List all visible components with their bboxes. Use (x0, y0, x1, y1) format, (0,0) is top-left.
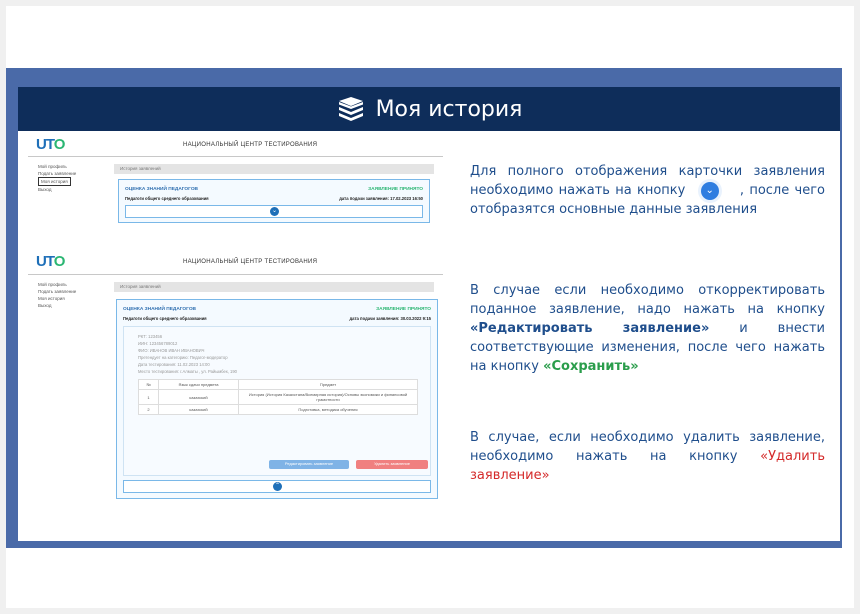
screenshot-collapsed-card: UTO НАЦИОНАЛЬНЫЙ ЦЕНТР ТЕСТИРОВАНИЯ Мой … (28, 133, 443, 238)
table-row: 2 казахский Подготовка, методика обучени… (138, 404, 418, 415)
application-details: РКТ: 123456 ИИН: 123456789012 ФИО: ИВАНО… (123, 326, 431, 476)
screenshot-expanded-card: UTO НАЦИОНАЛЬНЫЙ ЦЕНТР ТЕСТИРОВАНИЯ Мой … (28, 249, 443, 511)
info-location: Место тестирования: г.Алматы , ул. Райым… (138, 369, 237, 374)
chevron-up-icon: ⌃ (273, 482, 282, 491)
sidebar-menu: Мой профиль Подать заявление Моя история… (38, 163, 93, 193)
collapse-button[interactable]: ⌃ (123, 480, 431, 493)
col-subject: Предмет (238, 379, 418, 390)
cell-number: 1 (138, 389, 159, 405)
instruction-delete: В случае, если необходимо удалить заявле… (470, 428, 825, 485)
chevron-down-icon: ⌄ (700, 181, 719, 200)
instruction-edit-text-a: В случае если необходимо откорректироват… (470, 283, 825, 317)
status-badge: ЗАЯВЛЕНИЕ ПРИНЯТО (368, 187, 423, 192)
card-subtitle: Педагоги общего среднего образования (123, 316, 207, 321)
save-keyword: «Сохранить» (543, 359, 639, 374)
card-title: ОЦЕНКА ЗНАНИЙ ПЕДАГОГОВ (125, 187, 199, 192)
instruction-edit: В случае если необходимо откорректироват… (470, 281, 825, 376)
history-header: История заявлений (114, 282, 434, 292)
delete-application-button[interactable]: Удалить заявление (356, 460, 428, 469)
info-test-date: Дата тестирования: 11.02.2023 14:00 (138, 362, 210, 367)
cell-number: 2 (138, 404, 159, 415)
history-header: История заявлений (114, 164, 434, 174)
status-badge: ЗАЯВЛЕНИЕ ПРИНЯТО (376, 307, 431, 312)
card-subtitle: Педагоги общего среднего образования (125, 196, 209, 201)
info-rkt: РКТ: 123456 (138, 334, 163, 339)
sidebar-item-logout[interactable]: Выход (38, 186, 93, 193)
card-title: ОЦЕНКА ЗНАНИЙ ПЕДАГОГОВ (123, 307, 197, 312)
sidebar-item-profile[interactable]: Мой профиль (38, 281, 93, 288)
sidebar-item-apply[interactable]: Подать заявление (38, 170, 93, 177)
subjects-table: № Язык сдачи предмета Предмет 1 казахски… (138, 379, 418, 415)
cell-language: казахский (158, 389, 239, 405)
site-header: НАЦИОНАЛЬНЫЙ ЦЕНТР ТЕСТИРОВАНИЯ (183, 142, 318, 148)
content-area: UTO НАЦИОНАЛЬНЫЙ ЦЕНТР ТЕСТИРОВАНИЯ Мой … (18, 131, 840, 541)
uto-logo: UTO (36, 136, 65, 153)
cell-subject: Подготовка, методика обучения (238, 404, 418, 415)
page-title: Моя история (375, 96, 523, 122)
col-number: № (138, 379, 159, 390)
header-divider (28, 156, 443, 157)
info-iin: ИИН: 123456789012 (138, 341, 178, 346)
sidebar-item-history[interactable]: Моя история (38, 177, 93, 186)
header-divider (28, 274, 443, 275)
title-bar: Моя история (18, 87, 840, 131)
sidebar-item-history-label: Моя история (38, 177, 71, 186)
application-card: ОЦЕНКА ЗНАНИЙ ПЕДАГОГОВ ЗАЯВЛЕНИЕ ПРИНЯТ… (118, 179, 430, 223)
cell-subject: История (История Казахстана/Всемирная ис… (238, 389, 418, 405)
info-category: Претендует на категорию: Педагог-модерат… (138, 355, 228, 360)
application-card: ОЦЕНКА ЗНАНИЙ ПЕДАГОГОВ ЗАЯВЛЕНИЕ ПРИНЯТ… (116, 299, 438, 499)
instruction-expand: Для полного отображения карточки заявлен… (470, 162, 825, 219)
expand-button[interactable]: ⌄ (125, 205, 423, 218)
sidebar-item-profile[interactable]: Мой профиль (38, 163, 93, 170)
sidebar-item-apply[interactable]: Подать заявление (38, 288, 93, 295)
col-language: Язык сдачи предмета (158, 379, 239, 390)
books-stack-icon (338, 97, 363, 121)
table-row: 1 казахский История (История Казахстана/… (138, 389, 418, 405)
edit-application-button[interactable]: Редактировать заявление (269, 460, 349, 469)
cell-language: казахский (158, 404, 239, 415)
uto-logo: UTO (36, 253, 65, 270)
site-header: НАЦИОНАЛЬНЫЙ ЦЕНТР ТЕСТИРОВАНИЯ (183, 259, 318, 265)
edit-keyword: «Редактировать заявление» (470, 321, 710, 336)
card-date: дата подачи заявления: 17.02.2023 16:50 (339, 196, 423, 201)
card-date: дата подачи заявления: 30.03.2022 9:15 (349, 316, 431, 321)
chevron-down-icon: ⌄ (270, 207, 279, 216)
sidebar-menu: Мой профиль Подать заявление Моя история… (38, 281, 93, 309)
sidebar-item-logout[interactable]: Выход (38, 302, 93, 309)
info-fio: ФИО: ИВАНОВ ИВАН ИВАНОВИЧ (138, 348, 205, 353)
details-info: РКТ: 123456 ИИН: 123456789012 ФИО: ИВАНО… (138, 333, 237, 375)
sidebar-item-history[interactable]: Моя история (38, 295, 93, 302)
